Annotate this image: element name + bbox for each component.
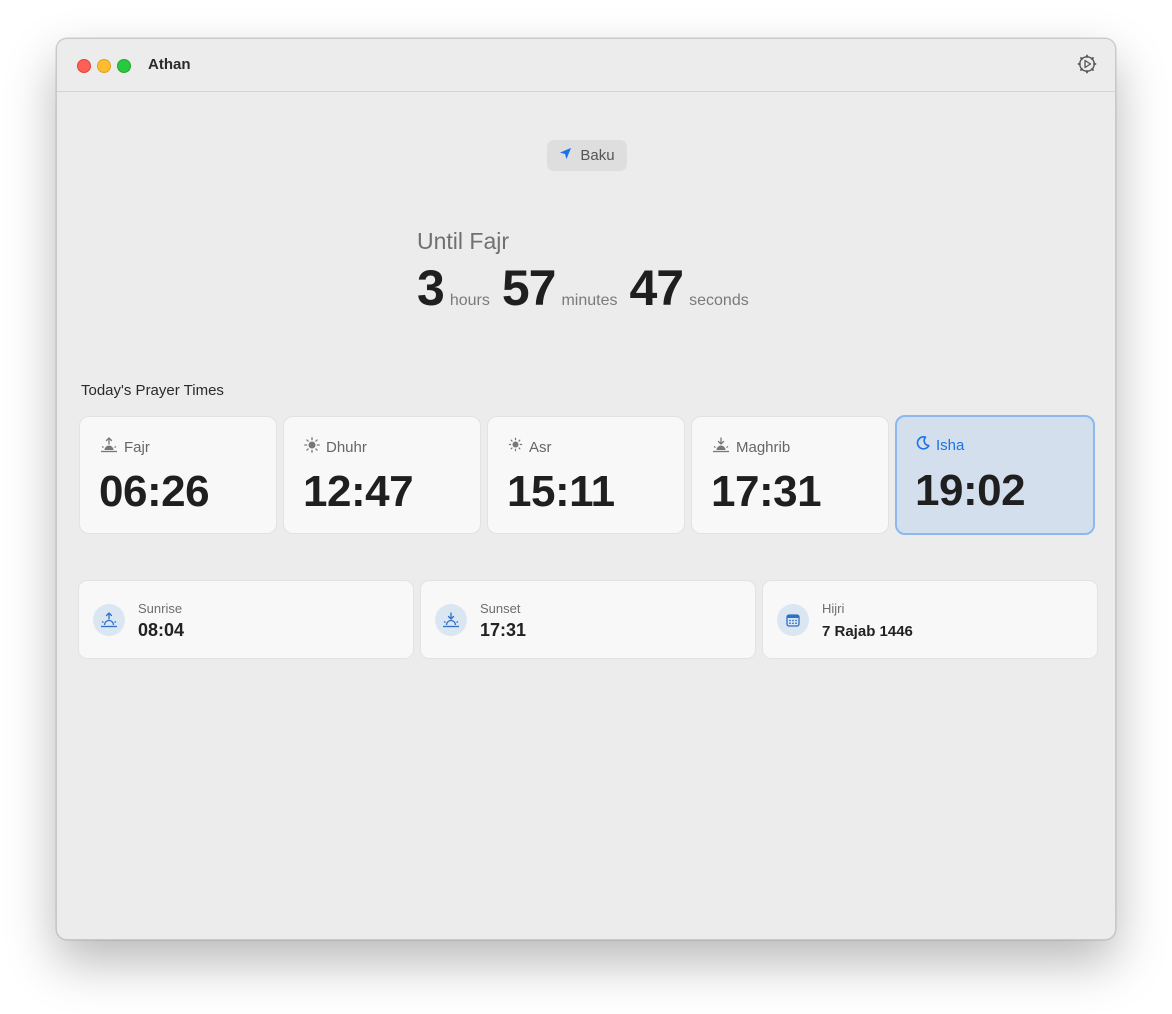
countdown-seconds-unit: seconds bbox=[689, 292, 749, 309]
prayer-time: 19:02 bbox=[915, 466, 1026, 515]
prayer-time: 15:11 bbox=[507, 467, 615, 516]
prayer-name: Maghrib bbox=[736, 439, 791, 456]
prayer-card-fajr[interactable]: Fajr 06:26 bbox=[79, 416, 277, 534]
sunset-icon bbox=[712, 437, 730, 458]
prayer-times-list: Fajr 06:26 Dhuhr 12:47 Asr 15:11 Maghrib… bbox=[79, 415, 1095, 535]
minimize-window-button[interactable] bbox=[97, 59, 111, 73]
info-card-hijri: Hijri 7 Rajab 1446 bbox=[762, 580, 1098, 659]
countdown-seconds: 47 bbox=[629, 260, 685, 316]
calendar-icon bbox=[777, 604, 809, 636]
sunrise-icon bbox=[100, 437, 118, 458]
prayer-card-isha[interactable]: Isha 19:02 bbox=[895, 415, 1095, 535]
location-button[interactable]: Baku bbox=[547, 140, 627, 171]
countdown-minutes-unit: minutes bbox=[561, 292, 618, 309]
sunrise-icon bbox=[93, 604, 125, 636]
countdown-timer: 3 hours 57 minutes 47 seconds bbox=[417, 259, 761, 317]
prayer-name: Asr bbox=[529, 438, 552, 456]
info-card-sunset: Sunset 17:31 bbox=[420, 580, 756, 659]
zoom-window-button[interactable] bbox=[117, 59, 131, 73]
prayer-name: Fajr bbox=[124, 439, 150, 456]
prayer-name: Dhuhr bbox=[326, 439, 367, 456]
moon-icon bbox=[916, 436, 930, 455]
prayer-card-maghrib[interactable]: Maghrib 17:31 bbox=[691, 416, 889, 534]
close-window-button[interactable] bbox=[77, 59, 91, 73]
window-title: Athan bbox=[148, 56, 191, 73]
countdown-hours: 3 bbox=[417, 260, 445, 316]
countdown-minutes: 57 bbox=[501, 260, 557, 316]
prayer-card-asr[interactable]: Asr 15:11 bbox=[487, 416, 685, 534]
prayer-time: 12:47 bbox=[303, 467, 414, 516]
title-bar: Athan bbox=[57, 39, 1115, 92]
prayer-name: Isha bbox=[936, 437, 965, 454]
info-card-sunrise: Sunrise 08:04 bbox=[78, 580, 414, 659]
sun-icon bbox=[304, 437, 320, 458]
info-label: Sunset bbox=[480, 601, 521, 616]
sunset-icon bbox=[435, 604, 467, 636]
settings-gear-icon[interactable] bbox=[1077, 54, 1097, 74]
app-window: Athan Baku Until Fajr 3 hours 57 minutes… bbox=[56, 38, 1116, 940]
info-label: Sunrise bbox=[138, 601, 183, 616]
daily-info-list: Sunrise 08:04 Sunset 17:31 Hijri 7 Rajab… bbox=[78, 580, 1098, 659]
prayer-time: 06:26 bbox=[99, 467, 210, 516]
info-label: Hijri bbox=[822, 601, 845, 616]
info-value: 7 Rajab 1446 bbox=[822, 623, 913, 640]
countdown-hours-unit: hours bbox=[449, 292, 490, 309]
prayer-card-dhuhr[interactable]: Dhuhr 12:47 bbox=[283, 416, 481, 534]
prayer-time: 17:31 bbox=[711, 467, 822, 516]
location-city: Baku bbox=[580, 147, 615, 164]
location-arrow-icon bbox=[559, 147, 572, 165]
countdown-title: Until Fajr bbox=[417, 228, 510, 254]
sun-small-icon bbox=[508, 437, 523, 457]
info-value: 08:04 bbox=[138, 620, 185, 640]
info-value: 17:31 bbox=[480, 620, 527, 640]
prayer-times-heading: Today's Prayer Times bbox=[81, 382, 224, 399]
